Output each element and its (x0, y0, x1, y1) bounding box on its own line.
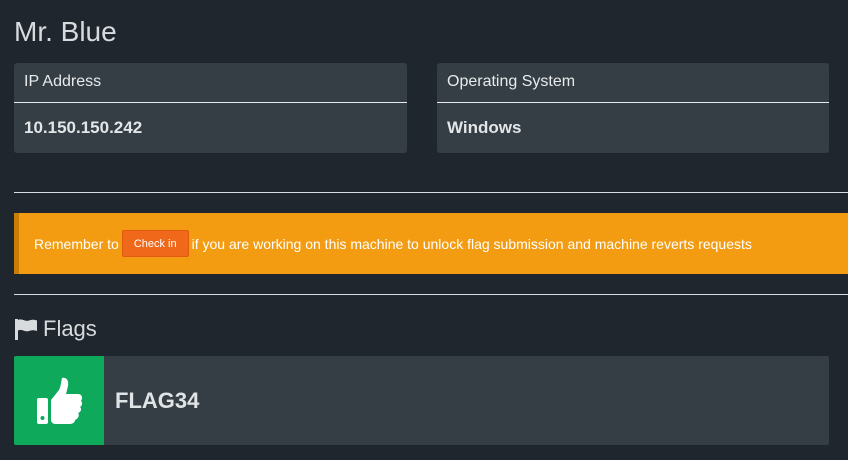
thumbs-up-icon (37, 377, 83, 424)
check-in-button[interactable]: Check in (121, 230, 189, 257)
flag-icon (15, 319, 37, 340)
divider (14, 192, 848, 193)
alert-prefix-text: Remember to (34, 235, 119, 252)
page-title: Mr. Blue (14, 16, 117, 47)
operating-system-label: Operating System (437, 63, 829, 103)
flag-item: FLAG34 (14, 356, 829, 445)
flag-status-indicator (14, 356, 104, 445)
operating-system-value: Windows (447, 118, 522, 137)
operating-system-card: Operating System Windows (437, 63, 829, 153)
flags-heading-label: Flags (43, 316, 97, 341)
ip-address-label: IP Address (14, 63, 407, 103)
flags-heading: Flags (14, 314, 97, 344)
alert-suffix-text: if you are working on this machine to un… (191, 235, 752, 252)
checkin-alert: Remember to Check in if you are working … (14, 213, 848, 274)
ip-address-value: 10.150.150.242 (24, 118, 143, 137)
flag-name: FLAG34 (115, 388, 200, 413)
ip-address-card: IP Address 10.150.150.242 (14, 63, 407, 153)
divider (14, 294, 848, 295)
